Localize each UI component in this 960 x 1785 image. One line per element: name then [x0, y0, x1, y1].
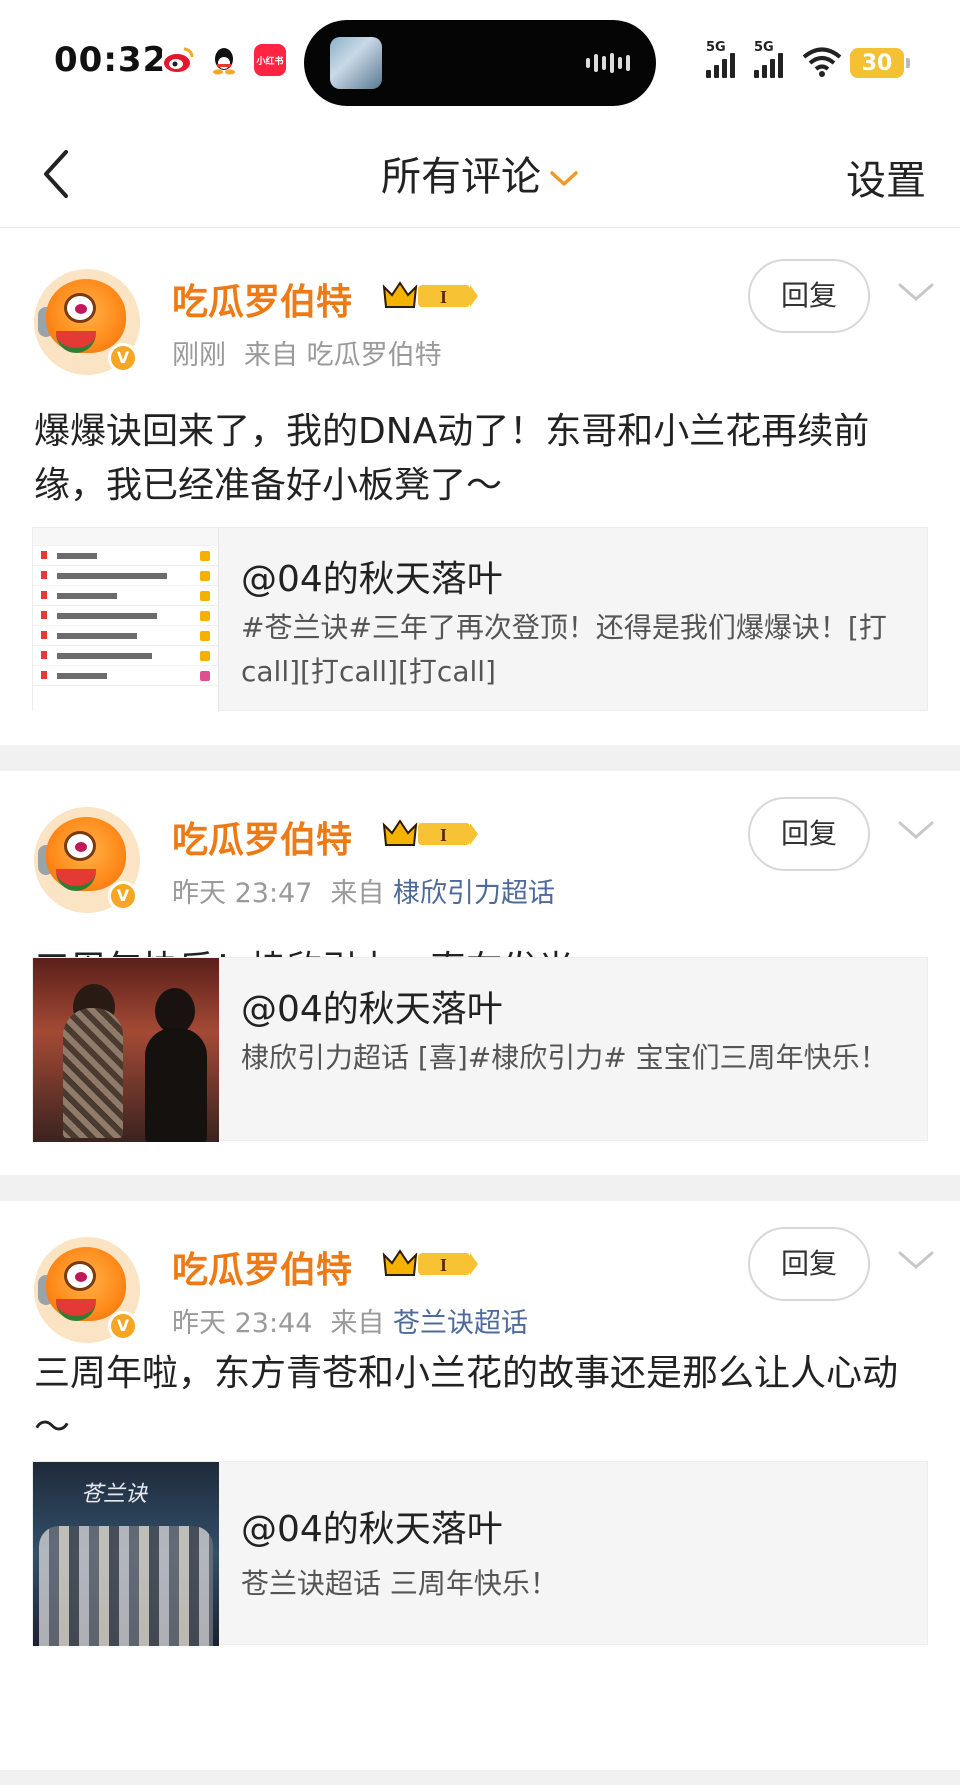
divider — [0, 1175, 960, 1201]
quoted-post-text: 棣欣引力超话 [喜]#棣欣引力# 宝宝们三周年快乐！ — [241, 1041, 888, 1074]
comment-source-link[interactable]: 棣欣引力超话 — [393, 878, 555, 909]
avatar[interactable]: V — [34, 807, 140, 913]
svg-text:I: I — [440, 1255, 447, 1275]
comment-time: 昨天 23:44 — [172, 1308, 313, 1339]
status-bar: 00:32 小红书 5G 5G 30 — [0, 0, 960, 120]
quoted-post-text: #苍兰诀#三年了再次登顶！还得是我们爆爆诀！[打call][打call][打ca… — [241, 611, 887, 688]
avatar[interactable]: V — [34, 1237, 140, 1343]
divider — [0, 1770, 960, 1785]
comment-source-link[interactable]: 苍兰诀超话 — [393, 1308, 528, 1339]
battery-indicator: 30 — [850, 48, 910, 78]
quoted-image-title: 苍兰诀 — [81, 1482, 148, 1507]
quoted-post[interactable]: @04的秋天落叶 棣欣引力超话 [喜]#棣欣引力# 宝宝们三周年快乐！ — [32, 957, 928, 1142]
settings-button[interactable]: 设置 — [846, 148, 926, 206]
reply-button[interactable]: 回复 — [748, 259, 870, 333]
chevron-down-icon — [550, 171, 578, 186]
comment-meta: 昨天 23:44 来自 苍兰诀超话 — [172, 1301, 528, 1340]
username[interactable]: 吃瓜罗伯特 — [172, 1241, 352, 1293]
wifi-icon — [802, 47, 842, 77]
cellular-signal-icon: 5G — [706, 40, 735, 78]
comment-source: 吃瓜罗伯特 — [306, 340, 442, 371]
cellular-signal-icon-2: 5G — [754, 40, 783, 78]
divider — [0, 745, 960, 771]
quoted-post[interactable]: 苍兰诀 @04的秋天落叶 苍兰诀超话 三周年快乐！ — [32, 1461, 928, 1646]
vip-crown-badge-icon: I — [382, 281, 478, 308]
comment-text: 三周年啦，东方青苍和小兰花的故事还是那么让人心动～ — [34, 1353, 899, 1448]
dynamic-island[interactable] — [304, 20, 656, 106]
weibo-icon — [162, 44, 194, 76]
quoted-post-image — [33, 528, 219, 712]
verified-badge-icon: V — [108, 881, 138, 911]
quoted-post-author: @04的秋天落叶 — [241, 989, 503, 1030]
quoted-post-author: @04的秋天落叶 — [241, 1509, 503, 1550]
reply-button[interactable]: 回复 — [748, 797, 870, 871]
vip-crown-badge-icon: I — [382, 1249, 478, 1276]
chevron-down-icon[interactable] — [896, 1249, 936, 1273]
source-prefix: 来自 — [330, 878, 385, 909]
source-prefix: 来自 — [244, 340, 298, 371]
notification-app-icons: 小红书 — [162, 44, 286, 76]
status-time: 00:32 — [54, 40, 168, 80]
verified-badge-icon: V — [108, 1311, 138, 1341]
quoted-post-image: 苍兰诀 — [33, 1462, 219, 1646]
audio-wave-icon — [586, 53, 630, 73]
username[interactable]: 吃瓜罗伯特 — [172, 273, 352, 325]
comment-text: 爆爆诀回来了，我的DNA动了！东哥和小兰花再续前缘，我已经准备好小板凳了～ — [34, 411, 870, 506]
vip-crown-badge-icon: I — [382, 819, 478, 846]
comment-card: V 吃瓜罗伯特 I 昨天 23:44 来自 苍兰诀超话 回复 三周年啦，东方青苍和… — [0, 1201, 960, 1691]
comment-card: V 吃瓜罗伯特 I 昨天 23:47来自 棣欣引力超话 回复 三周年快乐！棣欣引… — [0, 771, 960, 1175]
comment-card: V 吃瓜罗伯特 I 刚刚 来自 吃瓜罗伯特 回复 爆爆诀回来了，我的DNA动了！东… — [0, 229, 960, 745]
now-playing-artwork — [330, 37, 382, 89]
comment-time: 昨天 23:47 — [172, 878, 313, 909]
comment-filter-dropdown[interactable]: 所有评论 — [0, 144, 960, 202]
quoted-post-author: @04的秋天落叶 — [241, 559, 503, 600]
quoted-post-image — [33, 958, 219, 1142]
username[interactable]: 吃瓜罗伯特 — [172, 811, 352, 863]
reply-button[interactable]: 回复 — [748, 1227, 870, 1301]
source-prefix: 来自 — [330, 1308, 385, 1339]
quoted-post[interactable]: @04的秋天落叶 #苍兰诀#三年了再次登顶！还得是我们爆爆诀！[打call][打… — [32, 527, 928, 712]
comment-meta: 昨天 23:47 来自 棣欣引力超话 — [172, 871, 555, 910]
svg-text:I: I — [440, 287, 447, 307]
page-title: 所有评论 — [381, 154, 541, 200]
verified-badge-icon: V — [108, 343, 138, 373]
xiaohongshu-icon: 小红书 — [254, 44, 286, 76]
avatar[interactable]: V — [34, 269, 140, 375]
chevron-down-icon[interactable] — [896, 819, 936, 843]
qq-icon — [208, 44, 240, 76]
svg-text:I: I — [440, 825, 447, 845]
comment-list: V 吃瓜罗伯特 I 刚刚 来自 吃瓜罗伯特 回复 爆爆诀回来了，我的DNA动了！东… — [0, 229, 960, 1691]
quoted-post-text: 苍兰诀超话 三周年快乐！ — [241, 1567, 558, 1600]
chevron-down-icon[interactable] — [896, 281, 936, 305]
comment-meta: 刚刚 来自 吃瓜罗伯特 — [172, 333, 442, 372]
comment-time: 刚刚 — [172, 340, 226, 371]
top-nav-bar: 所有评论 设置 — [0, 120, 960, 228]
